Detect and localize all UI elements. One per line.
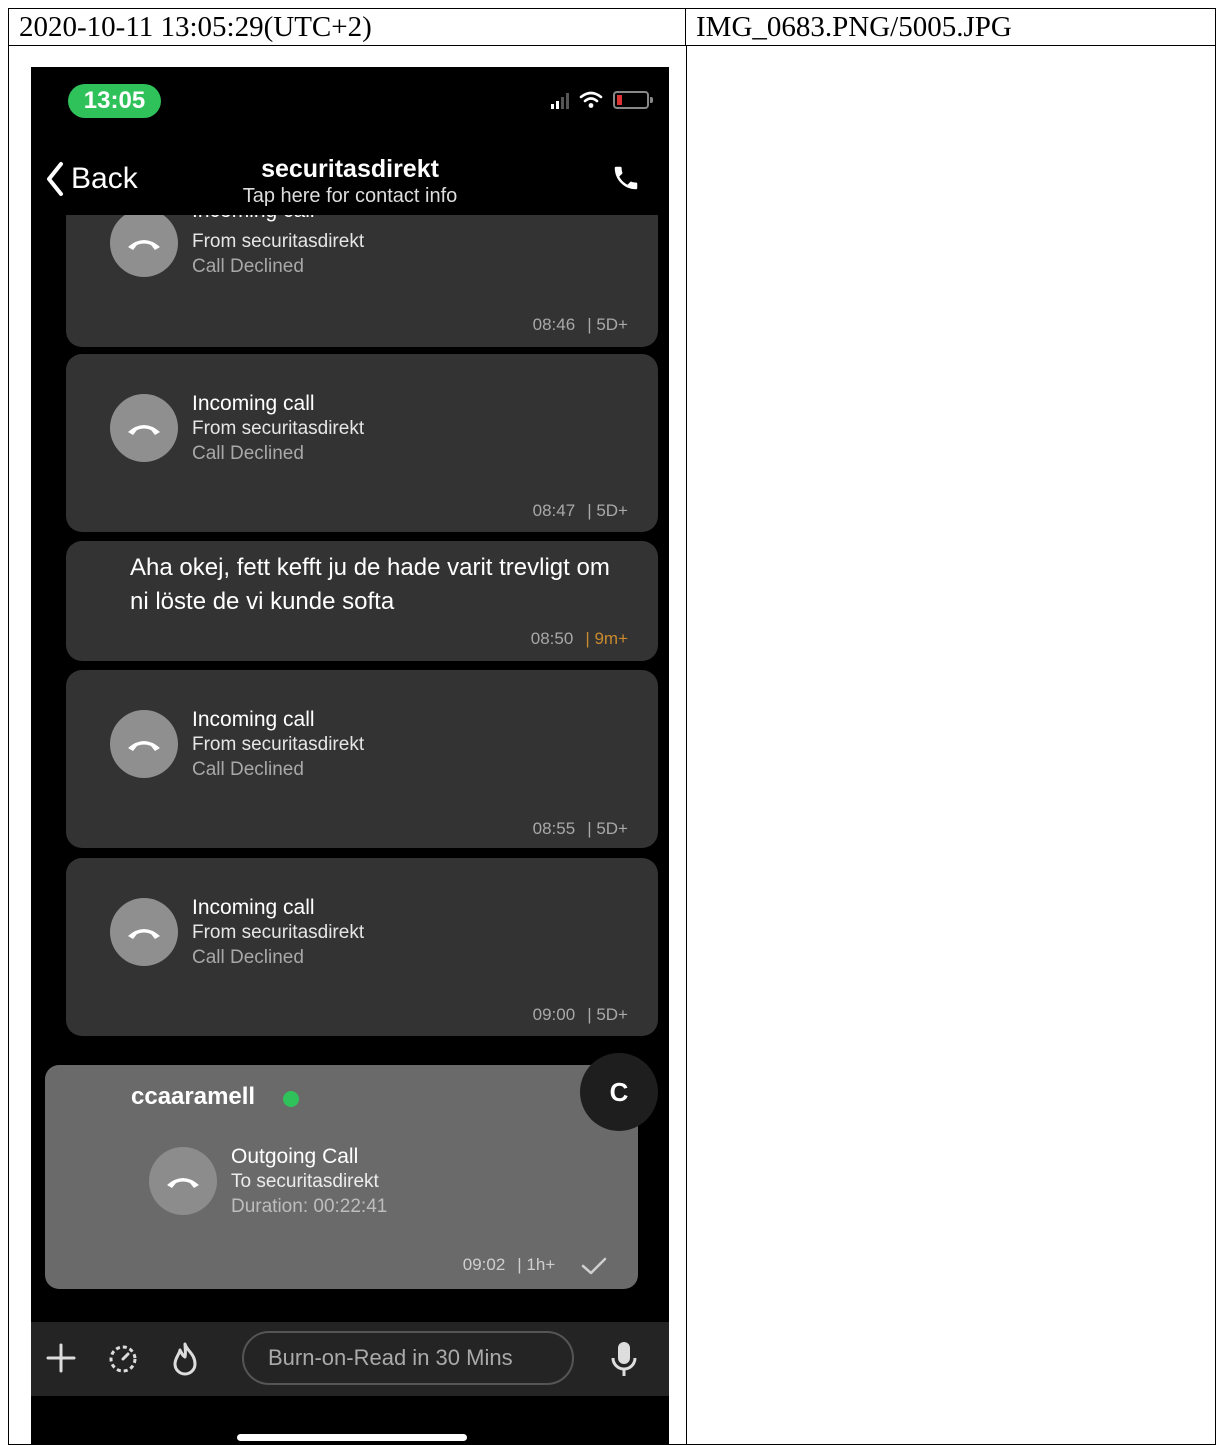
contact-name[interactable]: securitasdirekt	[31, 155, 669, 184]
call-title: Incoming call	[192, 896, 315, 919]
expiry-badge: | 5D+	[587, 315, 628, 334]
expiry-badge: | 5D+	[587, 819, 628, 838]
expiry-badge: | 5D+	[587, 1005, 628, 1024]
message-time: 08:47	[532, 501, 576, 520]
status-icons	[551, 91, 653, 109]
home-indicator	[237, 1434, 467, 1441]
composer-bar	[31, 1322, 669, 1396]
battery-icon	[613, 91, 653, 109]
call-message[interactable]: Incoming call From securitasdirekt Call …	[66, 197, 658, 347]
fire-icon[interactable]	[169, 1342, 201, 1376]
call-title: Incoming call	[192, 392, 315, 415]
check-icon	[581, 1257, 607, 1274]
filename-cell: IMG_0683.PNG/5005.JPG	[686, 9, 1216, 46]
call-from: From securitasdirekt	[192, 231, 365, 252]
table-divider	[686, 46, 687, 1444]
message-meta: 08:55 | 5D+	[533, 819, 628, 839]
message-time: 09:02	[462, 1255, 506, 1274]
call-declined-icon	[110, 209, 178, 277]
message-meta: 08:50 | 9m+	[531, 629, 628, 649]
call-from: From securitasdirekt	[192, 734, 365, 755]
message-time: 08:46	[532, 315, 576, 334]
signal-icon	[551, 91, 569, 109]
call-status: Call Declined	[192, 947, 304, 968]
call-message[interactable]: Incoming call From securitasdirekt Call …	[66, 354, 658, 532]
call-status: Call Declined	[192, 759, 304, 780]
call-declined-icon	[110, 710, 178, 778]
message-meta: 08:47 | 5D+	[533, 501, 628, 521]
call-to: To securitasdirekt	[231, 1171, 379, 1192]
call-message[interactable]: Incoming call From securitasdirekt Call …	[66, 670, 658, 848]
call-from: From securitasdirekt	[192, 418, 365, 439]
message-time: 08:50	[530, 629, 574, 648]
expiry-badge: | 1h+	[517, 1255, 556, 1274]
call-status: Call Declined	[192, 443, 304, 464]
sender-name: ccaaramell	[131, 1083, 256, 1110]
call-declined-icon	[110, 394, 178, 462]
phone-icon[interactable]	[611, 163, 641, 193]
message-meta: 09:00 | 5D+	[533, 1005, 628, 1025]
expiry-badge: | 9m+	[585, 629, 628, 648]
timestamp-cell: 2020-10-11 13:05:29(UTC+2)	[9, 9, 686, 46]
call-message[interactable]: Incoming call From securitasdirekt Call …	[66, 858, 658, 1036]
outgoing-call-message[interactable]: ccaaramell Outgoing Call To securitasdir…	[45, 1065, 638, 1289]
call-declined-icon	[110, 898, 178, 966]
plus-icon[interactable]	[45, 1342, 77, 1374]
call-title: Incoming call	[192, 708, 315, 731]
message-input[interactable]	[242, 1331, 574, 1385]
online-status-dot	[283, 1091, 299, 1107]
message-time: 09:00	[532, 1005, 576, 1024]
timer-icon[interactable]	[107, 1342, 139, 1374]
call-from: From securitasdirekt	[192, 922, 365, 943]
text-message[interactable]: Aha okej, fett kefft ju de hade varit tr…	[66, 541, 658, 661]
avatar[interactable]: C	[580, 1053, 658, 1131]
call-title: Outgoing Call	[231, 1145, 359, 1168]
call-title: Incoming call	[192, 199, 315, 222]
message-meta: 08:46 | 5D+	[533, 315, 628, 335]
call-outgoing-icon	[149, 1147, 217, 1215]
microphone-icon[interactable]	[611, 1340, 637, 1378]
status-time: 13:05	[68, 84, 161, 118]
message-time: 08:55	[532, 819, 576, 838]
wifi-icon	[579, 91, 603, 108]
message-meta: 09:02 | 1h+	[463, 1255, 608, 1276]
expiry-badge: | 5D+	[587, 501, 628, 520]
message-text: Aha okej, fett kefft ju de hade varit tr…	[130, 554, 610, 615]
phone-screenshot: 13:05 Back securitasdirekt Tap here for …	[31, 67, 669, 1445]
call-duration: Duration: 00:22:41	[231, 1196, 388, 1217]
call-status: Call Declined	[192, 256, 304, 277]
